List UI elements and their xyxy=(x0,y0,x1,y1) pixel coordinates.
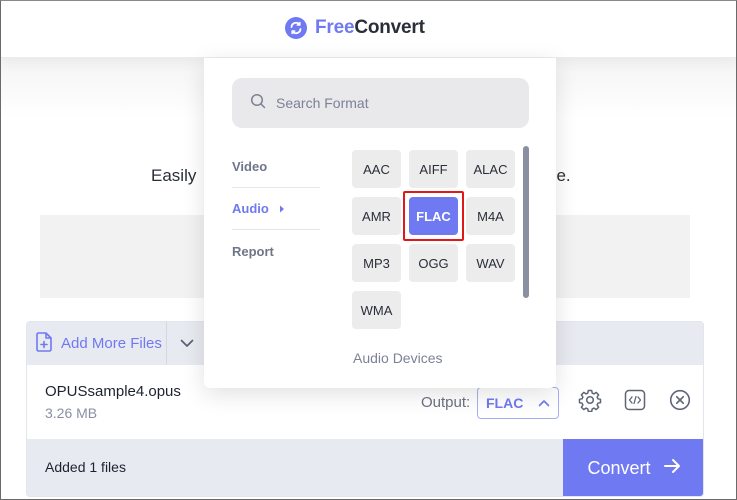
code-icon xyxy=(624,389,646,416)
format-option-aiff[interactable]: AIFF xyxy=(409,150,458,188)
format-option-ogg[interactable]: OGG xyxy=(409,244,458,282)
format-option-aac[interactable]: AAC xyxy=(352,150,401,188)
remove-file-button[interactable] xyxy=(667,389,693,415)
format-list-scrollbar[interactable] xyxy=(523,146,529,298)
format-option-wav[interactable]: WAV xyxy=(466,244,515,282)
category-label: Video xyxy=(232,159,268,174)
brand-name-convert: Convert xyxy=(354,17,425,38)
output-format-select[interactable]: FLAC xyxy=(477,387,559,419)
add-more-dropdown-button[interactable] xyxy=(167,322,207,365)
output-label: Output: xyxy=(421,394,471,411)
format-grid: AAC AIFF ALAC AMR FLAC M4A MP3 OGG WAV W… xyxy=(352,150,518,329)
arrow-right-icon xyxy=(663,458,681,479)
gear-icon xyxy=(578,388,602,417)
tagline-fragment-left: Easily xyxy=(151,166,197,185)
chevron-up-icon xyxy=(538,394,550,412)
close-circle-icon xyxy=(669,389,691,416)
convert-button[interactable]: Convert xyxy=(563,439,703,496)
search-icon xyxy=(250,93,266,114)
format-search-box[interactable] xyxy=(232,78,529,128)
file-plus-icon xyxy=(35,331,53,356)
brand-name-free: Free xyxy=(315,17,355,38)
files-added-status: Added 1 files xyxy=(45,459,126,475)
brand-logo[interactable]: FreeConvert xyxy=(285,17,425,39)
format-option-m4a[interactable]: M4A xyxy=(466,197,515,235)
brand-name: FreeConvert xyxy=(315,17,425,39)
add-more-files-button[interactable]: Add More Files xyxy=(27,322,167,365)
format-picker-dropdown: Video Audio Report AAC AIFF ALAC AMR FLA… xyxy=(204,58,556,388)
category-audio[interactable]: Audio xyxy=(232,188,320,230)
file-name: OPUSsample4.opus xyxy=(45,383,181,400)
category-video[interactable]: Video xyxy=(232,146,320,188)
convert-label: Convert xyxy=(587,458,651,478)
settings-button[interactable] xyxy=(577,389,603,415)
category-label: Audio xyxy=(232,201,269,216)
add-more-files-label: Add More Files xyxy=(61,335,162,352)
format-category-list: Video Audio Report xyxy=(232,146,320,272)
format-option-wma[interactable]: WMA xyxy=(352,291,401,329)
caret-right-icon xyxy=(279,201,285,216)
refresh-logo-icon xyxy=(285,17,307,39)
output-format-value: FLAC xyxy=(486,395,524,411)
files-footer: Added 1 files Convert xyxy=(27,439,703,496)
chevron-down-icon xyxy=(180,335,194,353)
format-option-alac[interactable]: ALAC xyxy=(466,150,515,188)
audio-devices-heading: Audio Devices xyxy=(353,350,443,366)
format-option-flac[interactable]: FLAC xyxy=(403,191,464,241)
site-header: FreeConvert xyxy=(0,0,737,58)
category-label: Report xyxy=(232,243,274,259)
category-report[interactable]: Report xyxy=(232,230,320,272)
file-size: 3.26 MB xyxy=(45,405,98,421)
format-option-mp3[interactable]: MP3 xyxy=(352,244,401,282)
format-option-amr[interactable]: AMR xyxy=(352,197,401,235)
embed-code-button[interactable] xyxy=(622,389,648,415)
format-search-input[interactable] xyxy=(276,95,516,111)
